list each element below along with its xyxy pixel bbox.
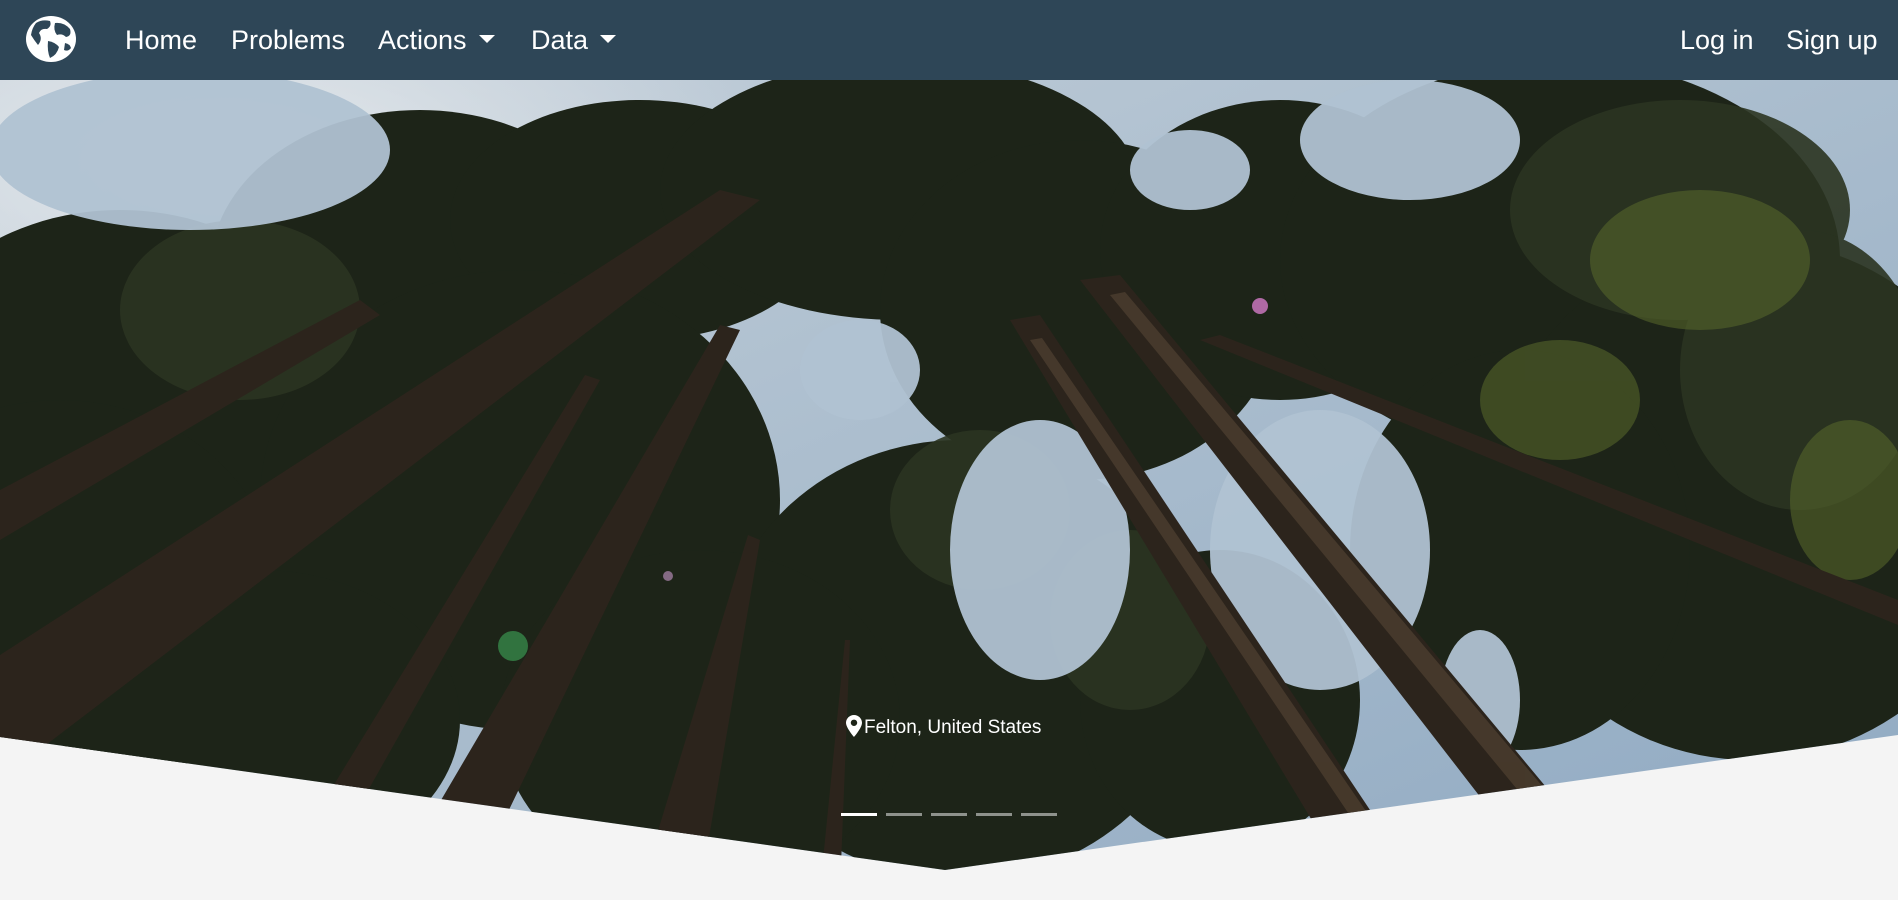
nav-problems[interactable]: Problems [231, 21, 345, 59]
nav-home-label: Home [125, 25, 198, 55]
hero-carousel[interactable] [0, 80, 1898, 900]
map-pin-icon [846, 715, 862, 737]
signup-label: Sign up [1786, 25, 1878, 55]
nav-actions-dropdown[interactable]: Actions [378, 21, 495, 59]
carousel-indicator[interactable] [931, 813, 967, 816]
caret-down-icon [600, 34, 617, 43]
globe-icon[interactable] [22, 13, 80, 63]
navbar: Home Problems Actions Data Log in Sign u… [0, 0, 1898, 80]
nav-problems-label: Problems [231, 25, 346, 55]
nav-data-dropdown[interactable]: Data [531, 21, 617, 59]
carousel-indicator[interactable] [886, 813, 922, 816]
nav-data-label: Data [531, 25, 589, 55]
location-caption: Felton, United States [846, 713, 1041, 743]
nav-actions-label: Actions [378, 25, 467, 55]
login-label: Log in [1680, 25, 1754, 55]
nav-home[interactable]: Home [125, 21, 197, 59]
carousel-indicator[interactable] [1021, 813, 1057, 816]
caret-down-icon [478, 34, 495, 43]
hero-image [0, 80, 1898, 870]
carousel-indicator[interactable] [976, 813, 1012, 816]
login-link[interactable]: Log in [1680, 21, 1754, 59]
signup-link[interactable]: Sign up [1786, 21, 1878, 59]
location-text: Felton, United States [864, 717, 1042, 738]
carousel-indicator[interactable] [841, 813, 877, 816]
